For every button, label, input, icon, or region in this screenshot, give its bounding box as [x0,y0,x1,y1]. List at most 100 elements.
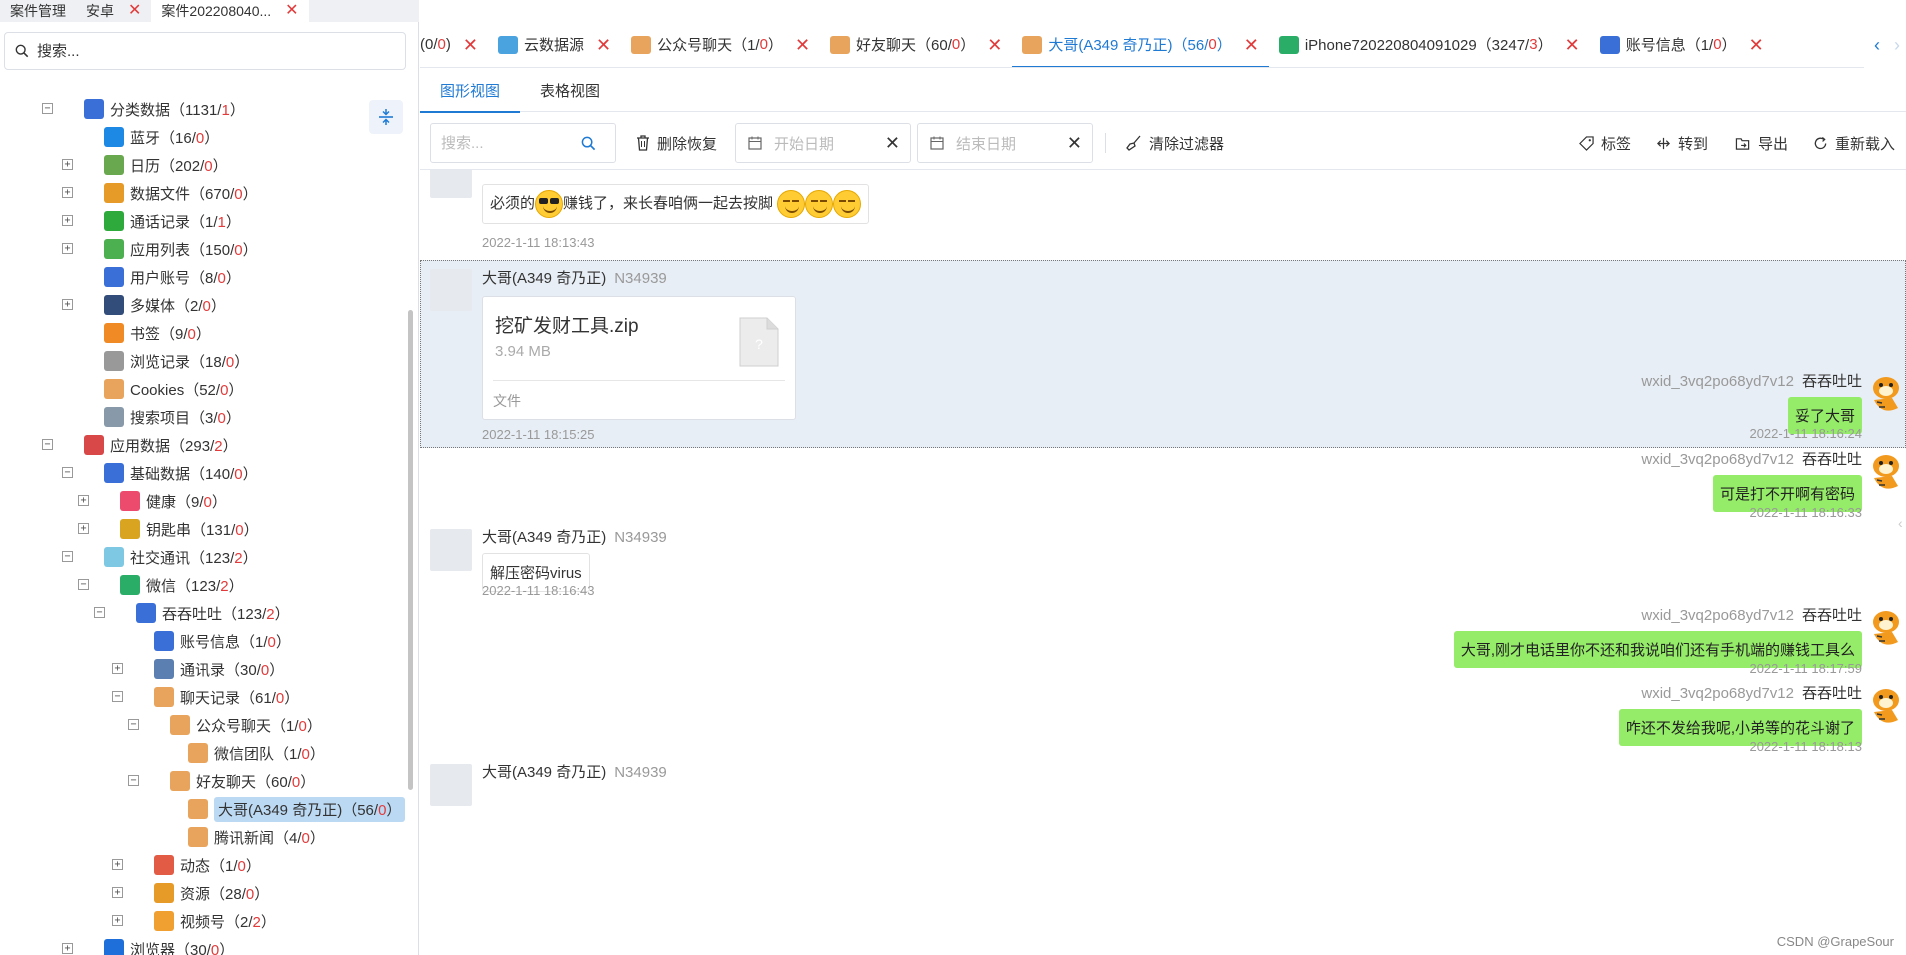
tab-label-tail: ） [1721,37,1737,54]
tree-node[interactable]: 账号信息（1/0） [154,627,291,655]
tree-node[interactable]: 大哥(A349 奇乃正)（56/0） [188,795,406,823]
collapse-toggle[interactable]: − [128,719,139,730]
goto-button[interactable]: 转到 [1656,123,1708,163]
expand-toggle[interactable]: + [62,943,73,954]
clear-filter-button[interactable]: 清除过滤器 [1126,123,1224,163]
document-tab[interactable]: 好友聊天（60/0） ✕ [820,22,1012,67]
tree-node[interactable]: 腾讯新闻（4/0） [188,823,325,851]
collapse-toggle[interactable]: − [62,467,73,478]
message-search[interactable] [430,123,616,163]
expand-toggle[interactable]: + [62,299,73,310]
delete-restore-button[interactable]: 删除恢复 [636,123,717,163]
expand-toggle[interactable]: + [112,915,123,926]
tab-case-management[interactable]: 案件管理 [0,0,76,22]
document-tab[interactable]: 账号信息（1/0） ✕ [1590,22,1774,67]
tree-search[interactable] [4,32,406,70]
app-list-icon [104,239,124,259]
start-date-picker[interactable]: 开始日期 ✕ [735,123,911,163]
close-icon[interactable]: ✕ [987,36,1002,54]
chevron-left-icon[interactable]: ‹ [1874,35,1880,56]
document-tab[interactable]: 云数据源 ✕ [488,22,621,67]
tree-node[interactable]: 用户账号（8/0） [104,263,241,291]
tree-node[interactable]: 分类数据（1131/1） [84,95,245,123]
document-tab[interactable]: iPhone720220804091029（3247/3） ✕ [1269,22,1590,67]
clear-end-date-icon[interactable]: ✕ [1067,133,1082,154]
tab-android[interactable]: 安卓 ✕ [76,0,151,22]
tree-node[interactable]: 应用数据（293/2） [84,431,238,459]
expand-toggle[interactable]: + [78,495,89,506]
document-tab[interactable]: 大哥(A349 奇乃正)（56/0） ✕ [1012,22,1269,67]
tab-graphic-view[interactable]: 图形视图 [420,68,521,113]
panel-handle-icon[interactable]: ‹ [1898,515,1906,555]
tree-node[interactable]: Cookies（52/0） [104,375,243,403]
tree-node[interactable]: 视频号（2/2） [154,907,276,935]
collapse-toggle[interactable]: − [78,579,89,590]
message-search-input[interactable] [441,134,581,152]
search-icon[interactable] [581,136,596,151]
close-icon[interactable]: ✕ [1565,36,1580,54]
tree-node[interactable]: 微信（123/2） [120,571,244,599]
tree-node[interactable]: 多媒体（2/0） [104,291,226,319]
collapse-toggle[interactable]: − [128,775,139,786]
node-new-count: 2 [220,577,229,595]
expand-toggle[interactable]: + [78,523,89,534]
expand-toggle[interactable]: + [112,887,123,898]
tree-node[interactable]: 搜索项目（3/0） [104,403,241,431]
clear-start-date-icon[interactable]: ✕ [885,133,900,154]
collapse-toggle[interactable]: − [112,691,123,702]
close-icon[interactable]: ✕ [795,36,810,54]
tree-node[interactable]: 微信团队（1/0） [188,739,325,767]
tree-node[interactable]: 公众号聊天（1/0） [170,711,322,739]
tree-node[interactable]: 吞吞吐吐（123/2） [136,599,290,627]
document-tab[interactable]: (0/0) ✕ [420,22,488,67]
tree-node[interactable]: 日历（202/0） [104,151,228,179]
close-icon[interactable]: ✕ [596,36,611,54]
expand-toggle[interactable]: + [62,187,73,198]
tree-node[interactable]: 健康（9/0） [120,487,227,515]
tree-node[interactable]: 社交通讯（123/2） [104,543,258,571]
close-icon[interactable]: ✕ [1244,36,1259,54]
tree-node[interactable]: 通话记录（1/1） [104,207,241,235]
expand-toggle[interactable]: + [62,243,73,254]
tree-node[interactable]: 通讯录（30/0） [154,655,284,683]
close-icon[interactable]: ✕ [285,3,298,19]
expand-toggle[interactable]: + [62,159,73,170]
collapse-toggle[interactable]: − [62,551,73,562]
tree-node[interactable]: 聊天记录（61/0） [154,683,299,711]
collapse-toggle[interactable]: − [42,439,53,450]
export-button[interactable]: 导出 [1735,123,1788,163]
file-attachment-card[interactable]: 挖矿发财工具.zip 3.94 MB ? 文件 [482,296,796,420]
tree-node[interactable]: 好友聊天（60/0） [170,767,315,795]
collapse-toggle[interactable]: − [42,103,53,114]
tree-node[interactable]: 浏览器（30/0） [104,935,234,955]
tab-table-view[interactable]: 表格视图 [520,68,620,112]
chevron-right-icon[interactable]: › [1894,35,1900,56]
tree-search-input[interactable] [37,42,377,60]
expand-toggle[interactable]: + [62,215,73,226]
tree-scrollbar[interactable] [408,310,413,790]
tree-node[interactable]: 应用列表（150/0） [104,235,258,263]
end-date-picker[interactable]: 结束日期 ✕ [917,123,1093,163]
expand-toggle[interactable]: + [112,663,123,674]
collapse-toggle[interactable]: − [94,607,105,618]
tree-node[interactable]: 浏览记录（18/0） [104,347,249,375]
tree-node[interactable]: 钥匙串（131/0） [120,515,259,543]
tree-node[interactable]: 数据文件（670/0） [104,179,258,207]
expand-toggle[interactable]: + [112,859,123,870]
message-bubble[interactable]: 必须的 赚钱了，来长春咱俩一起去按脚 [482,184,870,224]
tab-case[interactable]: 案件202208040... ✕ [151,0,309,22]
close-icon[interactable]: ✕ [1749,36,1764,54]
tree-node[interactable]: 蓝牙（16/0） [104,123,219,151]
tab-nav: ‹ › [1864,22,1906,68]
tag-button[interactable]: 标签 [1579,123,1631,163]
tree-node-label: 应用数据（293/2） [110,437,238,455]
tree-node[interactable]: 资源（28/0） [154,879,269,907]
close-icon[interactable]: ✕ [128,3,141,19]
reload-button[interactable]: 重新载入 [1813,123,1895,163]
tree-node[interactable]: 动态（1/0） [154,851,261,879]
document-tab[interactable]: 公众号聊天（1/0） ✕ [621,22,820,67]
tree-node[interactable]: 基础数据（140/0） [104,459,258,487]
tree-node[interactable]: 书签（9/0） [104,319,211,347]
close-icon[interactable]: ✕ [463,36,478,54]
tab-label: 账号信息（1/ [1625,37,1714,54]
